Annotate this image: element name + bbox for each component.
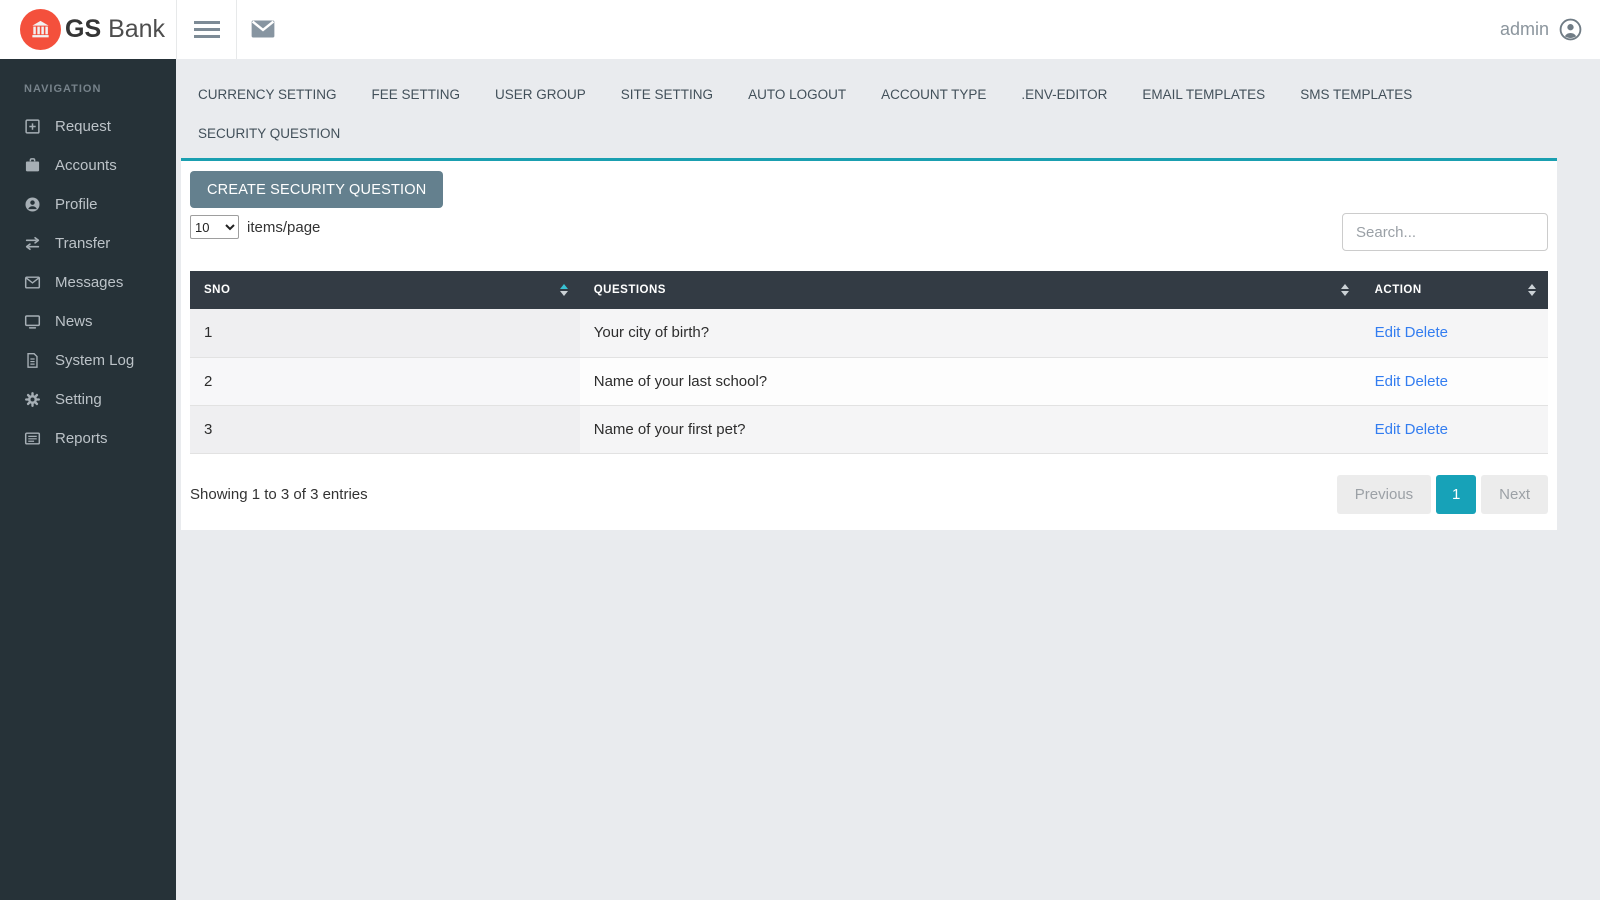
table-row: 3Name of your first pet?Edit Delete	[190, 405, 1548, 453]
cell-actions: Edit Delete	[1361, 405, 1548, 453]
column-header-label: ACTION	[1375, 284, 1422, 296]
sidebar-item-system-log[interactable]: System Log	[0, 341, 176, 380]
cell-question: Your city of birth?	[580, 309, 1361, 357]
sidebar-nav: Request Accounts Profile Transfer Messages Ne…	[0, 107, 176, 458]
tab-account-type[interactable]: ACCOUNT TYPE	[881, 75, 986, 114]
sidebar-item-label: System Log	[55, 352, 134, 369]
column-header-label: SNO	[204, 284, 230, 296]
tab-currency-setting[interactable]: CURRENCY SETTING	[198, 75, 337, 114]
monitor-icon	[24, 313, 41, 330]
bank-building-icon	[20, 9, 61, 50]
entries-summary: Showing 1 to 3 of 3 entries	[190, 486, 368, 503]
sidebar-item-label: Transfer	[55, 235, 110, 252]
sidebar-item-news[interactable]: News	[0, 302, 176, 341]
cell-sno: 2	[190, 357, 580, 405]
sidebar-item-setting[interactable]: Setting	[0, 380, 176, 419]
page-1-button[interactable]: 1	[1436, 475, 1476, 514]
items-per-page-select[interactable]: 10	[190, 215, 239, 239]
cell-actions: Edit Delete	[1361, 309, 1548, 357]
cell-sno: 3	[190, 405, 580, 453]
pagination: Previous 1 Next	[1337, 475, 1548, 514]
brand-name: GS Bank	[65, 15, 165, 44]
security-questions-table: SNOQUESTIONSACTION 1Your city of birth?E…	[190, 271, 1548, 454]
search-input[interactable]	[1342, 213, 1548, 251]
cell-question: Name of your first pet?	[580, 405, 1361, 453]
tab-fee-setting[interactable]: FEE SETTING	[372, 75, 461, 114]
settings-tab-bar: CURRENCY SETTING FEE SETTING USER GROUP SIT…	[181, 59, 1557, 161]
sidebar: NAVIGATION Request Accounts Profile Transfe…	[0, 59, 176, 900]
sidebar-item-label: Profile	[55, 196, 98, 213]
user-circle-icon	[24, 196, 41, 213]
envelope-icon	[24, 274, 41, 291]
table-row: 2Name of your last school?Edit Delete	[190, 357, 1548, 405]
delete-link[interactable]: Delete	[1405, 324, 1448, 341]
sidebar-item-reports[interactable]: Reports	[0, 419, 176, 458]
cell-question: Name of your last school?	[580, 357, 1361, 405]
edit-link[interactable]: Edit	[1375, 421, 1401, 438]
sort-icon	[560, 284, 568, 296]
tab-row-1: CURRENCY SETTING FEE SETTING USER GROUP SIT…	[198, 75, 1557, 114]
brand-logo[interactable]: GS Bank	[0, 0, 176, 59]
edit-link[interactable]: Edit	[1375, 324, 1401, 341]
table-row: 1Your city of birth?Edit Delete	[190, 309, 1548, 357]
briefcase-icon	[24, 157, 41, 174]
column-header-sno[interactable]: SNO	[190, 271, 580, 309]
sidebar-item-label: Accounts	[55, 157, 117, 174]
content-card: CREATE SECURITY QUESTION 10 items/page S…	[181, 161, 1557, 530]
sidebar-item-label: Setting	[55, 391, 102, 408]
cell-actions: Edit Delete	[1361, 357, 1548, 405]
column-header-questions[interactable]: QUESTIONS	[580, 271, 1361, 309]
tab-security-question[interactable]: SECURITY QUESTION	[198, 114, 340, 153]
user-circle-icon	[1559, 18, 1582, 41]
tab-sms-templates[interactable]: SMS TEMPLATES	[1300, 75, 1412, 114]
tab-row-2: SECURITY QUESTION	[198, 114, 1557, 153]
sidebar-item-transfer[interactable]: Transfer	[0, 224, 176, 263]
sidebar-item-label: Request	[55, 118, 111, 135]
delete-link[interactable]: Delete	[1405, 373, 1448, 390]
header-divider	[236, 0, 237, 59]
column-header-action[interactable]: ACTION	[1361, 271, 1548, 309]
sidebar-section-label: NAVIGATION	[0, 59, 176, 107]
user-menu[interactable]: admin	[1500, 0, 1582, 59]
sort-icon	[1341, 284, 1349, 296]
sidebar-item-profile[interactable]: Profile	[0, 185, 176, 224]
next-page-button[interactable]: Next	[1481, 475, 1548, 514]
table-header-row: SNO QUESTIONS ACTION	[190, 271, 1548, 309]
sidebar-item-label: News	[55, 313, 93, 330]
plus-square-icon	[24, 118, 41, 135]
gear-icon	[24, 391, 41, 408]
column-header-label: QUESTIONS	[594, 284, 666, 296]
sidebar-item-request[interactable]: Request	[0, 107, 176, 146]
previous-page-button[interactable]: Previous	[1337, 475, 1431, 514]
envelope-icon[interactable]	[248, 16, 278, 42]
sort-icon	[1528, 284, 1536, 296]
user-name: admin	[1500, 19, 1549, 40]
sidebar-item-messages[interactable]: Messages	[0, 263, 176, 302]
cell-sno: 1	[190, 309, 580, 357]
document-icon	[24, 352, 41, 369]
delete-link[interactable]: Delete	[1405, 421, 1448, 438]
sidebar-item-accounts[interactable]: Accounts	[0, 146, 176, 185]
tab-env-editor[interactable]: .ENV-EDITOR	[1021, 75, 1107, 114]
app-header: GS Bank admin	[0, 0, 1600, 59]
tab-email-templates[interactable]: EMAIL TEMPLATES	[1142, 75, 1265, 114]
sidebar-item-label: Reports	[55, 430, 108, 447]
transfer-arrows-icon	[24, 235, 41, 252]
tab-site-setting[interactable]: SITE SETTING	[621, 75, 713, 114]
edit-link[interactable]: Edit	[1375, 373, 1401, 390]
list-icon	[24, 430, 41, 447]
table-body: 1Your city of birth?Edit Delete2Name of …	[190, 309, 1548, 453]
create-security-question-button[interactable]: CREATE SECURITY QUESTION	[190, 171, 443, 208]
tab-auto-logout[interactable]: AUTO LOGOUT	[748, 75, 846, 114]
sidebar-item-label: Messages	[55, 274, 123, 291]
hamburger-icon[interactable]	[177, 0, 236, 59]
items-per-page-label: items/page	[247, 219, 320, 236]
tab-user-group[interactable]: USER GROUP	[495, 75, 586, 114]
